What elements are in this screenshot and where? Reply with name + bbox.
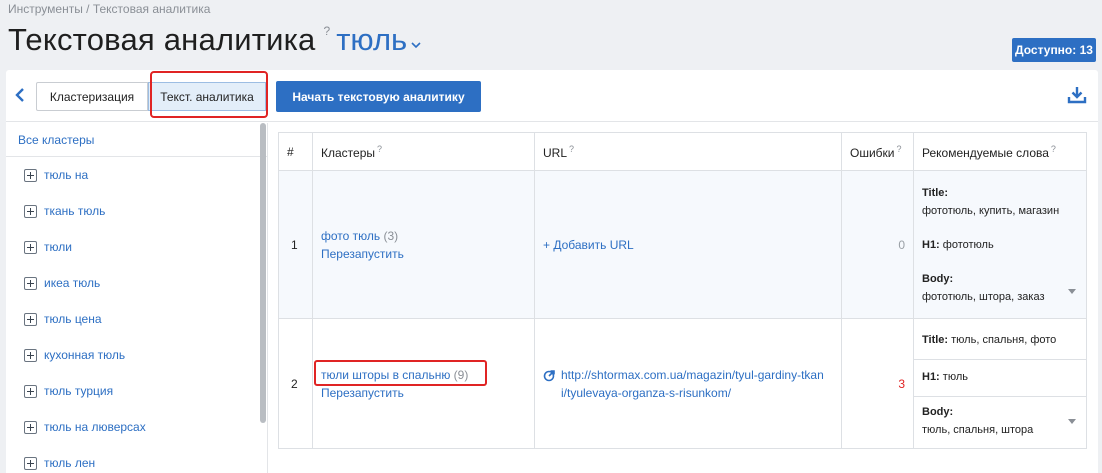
column-header-url: URL? <box>534 132 842 171</box>
list-item[interactable]: кухонная тюль <box>6 337 267 373</box>
table-row: 2 тюли шторы в спальню (9) Перезапустить… <box>278 318 1087 449</box>
list-item[interactable]: тюль турция <box>6 373 267 409</box>
plus-icon[interactable] <box>24 312 37 326</box>
download-icon[interactable] <box>1066 84 1088 106</box>
title-row: Текстовая аналитика ? тюль <box>8 20 421 60</box>
list-item[interactable]: тюли <box>6 229 267 265</box>
rerun-link[interactable]: Перезапустить <box>321 384 534 402</box>
cluster-label: тюль цена <box>44 312 102 326</box>
recommended-title: Title: тюль, спальня, фото <box>922 333 1057 346</box>
plus-icon[interactable] <box>24 240 37 254</box>
chevron-down-icon[interactable] <box>411 37 421 52</box>
recommended-title: Title: фототюль, купить, магазин <box>922 186 1060 217</box>
recommended-h1: H1: тюль <box>914 358 1086 396</box>
cluster-label: тюль на <box>44 168 89 182</box>
chevron-left-icon[interactable] <box>12 84 28 106</box>
sidebar-scrollbar[interactable] <box>260 123 266 423</box>
plus-icon[interactable] <box>24 276 37 290</box>
page-url-link[interactable]: http://shtormax.com.ua/magazin/tyul-gard… <box>543 366 841 402</box>
cluster-link[interactable]: тюли шторы в спальню <box>321 368 450 382</box>
recommended-body: Body: фототюль, штора, заказ <box>922 272 1045 303</box>
cluster-label: икеа тюль <box>44 276 101 290</box>
list-item[interactable]: икеа тюль <box>6 265 267 301</box>
column-header-num: # <box>278 132 313 171</box>
cluster-label: тюль турция <box>44 384 114 398</box>
row-number: 1 <box>278 170 313 319</box>
list-item[interactable]: тюль на <box>6 157 267 193</box>
cluster-count: (3) <box>383 228 399 243</box>
toolbar: Кластеризация Текст. аналитика Начать те… <box>6 70 1098 122</box>
cluster-label: тюль лен <box>44 456 96 470</box>
table-header-row: # Кластеры? URL? Ошибки? Рекомендуемые с… <box>278 132 1087 171</box>
sidebar-item-all-clusters[interactable]: Все кластеры <box>6 123 267 157</box>
url-cell: http://shtormax.com.ua/magazin/tyul-gard… <box>534 318 842 449</box>
external-link-icon <box>543 369 555 381</box>
column-header-errors: Ошибки? <box>841 132 914 171</box>
help-icon[interactable]: ? <box>324 24 331 38</box>
cluster-count: (9) <box>453 367 469 382</box>
results-table-wrap: # Кластеры? URL? Ошибки? Рекомендуемые с… <box>278 132 1088 450</box>
plus-icon[interactable] <box>24 204 37 218</box>
url-cell: + Добавить URL <box>534 170 842 319</box>
cluster-label: тюли <box>44 240 72 254</box>
recommended-body: Body: тюль, спальня, штора <box>914 395 1086 445</box>
help-icon[interactable]: ? <box>1051 144 1056 154</box>
plus-icon[interactable] <box>24 420 37 434</box>
recommended-cell: Title: фототюль, купить, магазин H1: фот… <box>913 170 1087 319</box>
cluster-cell: фото тюль (3) Перезапустить <box>312 170 535 319</box>
main-panel: Кластеризация Текст. аналитика Начать те… <box>6 70 1098 473</box>
cluster-sidebar: Все кластеры тюль на ткань тюль тюли ике… <box>6 123 268 473</box>
error-count[interactable]: 3 <box>898 377 905 391</box>
available-badge: Доступно: 13 <box>1012 38 1096 62</box>
plus-icon[interactable] <box>24 348 37 362</box>
rerun-link[interactable]: Перезапустить <box>321 245 534 263</box>
recommended-h1: H1: фототюль <box>922 238 994 251</box>
url-line: http://shtormax.com.ua/magazin/tyul-gard… <box>561 367 824 382</box>
tab-clustering[interactable]: Кластеризация <box>36 82 148 111</box>
cluster-link[interactable]: фото тюль <box>321 229 380 243</box>
errors-cell: 3 <box>841 318 914 449</box>
error-count: 0 <box>898 237 905 252</box>
errors-cell: 0 <box>841 170 914 319</box>
caret-down-icon[interactable] <box>1068 419 1076 424</box>
recommended-cell: Title: тюль, спальня, фото H1: тюль Body… <box>913 318 1087 449</box>
cluster-label: ткань тюль <box>44 204 106 218</box>
row-number: 2 <box>278 318 313 449</box>
table-row: 1 фото тюль (3) Перезапустить + Добавить… <box>278 170 1087 319</box>
cluster-label: кухонная тюль <box>44 348 126 362</box>
column-header-clusters: Кластеры? <box>312 132 535 171</box>
tab-text-analytics[interactable]: Текст. аналитика <box>148 82 266 111</box>
keyword-selector[interactable]: тюль <box>336 20 407 60</box>
list-item[interactable]: тюль лен <box>6 445 267 473</box>
cluster-list: тюль на ткань тюль тюли икеа тюль тюль ц… <box>6 157 267 473</box>
cluster-label: тюль на люверсах <box>44 420 146 434</box>
url-line: i/tyulevaya-organza-s-risunkom/ <box>561 385 732 400</box>
caret-down-icon[interactable] <box>1068 289 1076 294</box>
list-item[interactable]: тюль цена <box>6 301 267 337</box>
plus-icon[interactable] <box>24 384 37 398</box>
results-table: # Кластеры? URL? Ошибки? Рекомендуемые с… <box>278 132 1087 449</box>
list-item[interactable]: ткань тюль <box>6 193 267 229</box>
page-title: Текстовая аналитика <box>8 22 316 57</box>
start-text-analytics-button[interactable]: Начать текстовую аналитику <box>276 81 481 112</box>
help-icon[interactable]: ? <box>897 144 902 154</box>
plus-icon[interactable] <box>24 168 37 182</box>
column-header-recommended: Рекомендуемые слова? <box>913 132 1087 171</box>
list-item[interactable]: тюль на люверсах <box>6 409 267 445</box>
help-icon[interactable]: ? <box>377 144 382 154</box>
plus-icon[interactable] <box>24 456 37 470</box>
cluster-cell: тюли шторы в спальню (9) Перезапустить <box>312 318 535 449</box>
add-url-link[interactable]: + Добавить URL <box>543 238 634 252</box>
breadcrumb: Инструменты / Текстовая аналитика <box>8 2 211 16</box>
help-icon[interactable]: ? <box>569 144 574 154</box>
